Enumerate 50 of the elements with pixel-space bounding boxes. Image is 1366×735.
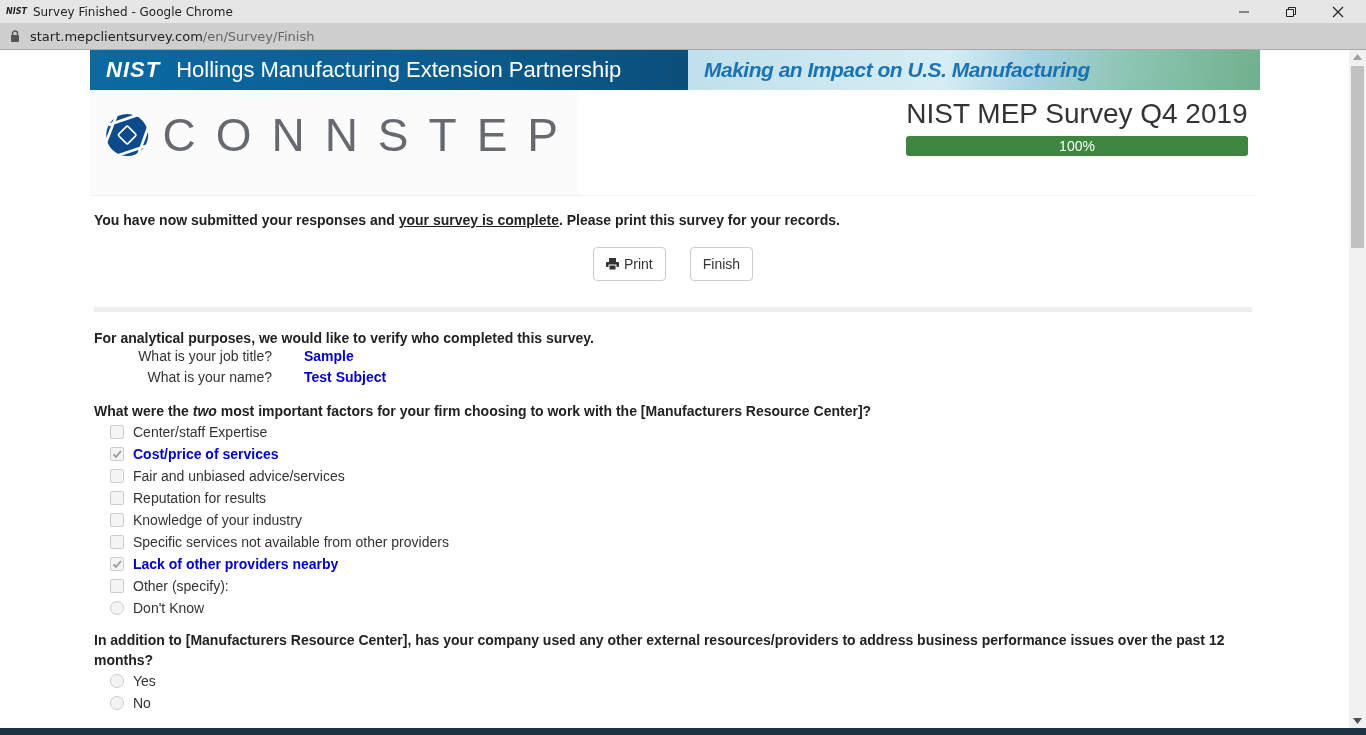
window-title: Survey Finished - Google Chrome: [32, 4, 234, 19]
option-label: No: [133, 695, 151, 711]
option-label: Other (specify):: [133, 578, 229, 594]
checkbox[interactable]: [110, 425, 124, 439]
brand-name: CONNSTEP: [162, 107, 578, 162]
print-button[interactable]: Print: [592, 247, 666, 281]
checkbox[interactable]: [110, 557, 124, 571]
checkbox[interactable]: [110, 469, 124, 483]
question-text: For analytical purposes, we would like to verify who completed this survey.: [94, 329, 595, 348]
banner-title: Hollings Manufacturing Extension Partnership: [176, 57, 622, 83]
option-label: Lack of other providers nearby: [133, 556, 339, 572]
option-label: Yes: [133, 673, 156, 689]
url-text: start.mepclientsurvey.com/en/Survey/Finish: [30, 28, 315, 44]
option-label: Reputation for results: [133, 490, 267, 506]
radio-button[interactable]: [110, 674, 124, 688]
field-value: Sample: [304, 348, 355, 364]
checkbox[interactable]: [110, 513, 124, 527]
question-text: What were the two most important factors for your firm choosing to work with the [Manufacturers Resource Center]?: [94, 402, 873, 421]
restore-icon[interactable]: [1285, 5, 1297, 18]
checkbox[interactable]: [110, 447, 124, 461]
printer-icon: [605, 258, 619, 270]
close-icon[interactable]: [1332, 5, 1344, 18]
option-label: Specific services not available from other providers: [133, 534, 449, 550]
radio-button[interactable]: [110, 601, 124, 615]
checkbox[interactable]: [110, 535, 124, 549]
finish-button[interactable]: Finish: [689, 247, 754, 281]
field-label: What is your name?: [146, 369, 272, 385]
nist-logo: NIST: [106, 57, 161, 83]
lock-icon: [10, 30, 20, 42]
checkbox[interactable]: [110, 579, 124, 593]
radio-button[interactable]: [110, 696, 124, 710]
option-label: Center/staff Expertise: [133, 424, 268, 440]
option-label: Knowledge of your industry: [133, 512, 302, 528]
option-label: Don't Know: [133, 600, 205, 616]
completion-message: You have now submitted your responses and your survey is complete. Please print this survey for your records.: [94, 212, 841, 228]
favicon: NIST: [6, 7, 27, 16]
scroll-up-icon[interactable]: [1353, 54, 1362, 60]
scroll-thumb[interactable]: [1351, 66, 1364, 248]
question-text: In addition to [Manufacturers Resource Center], has your company used any other external resources/providers to address business performance issues over the past 12 months?: [94, 631, 1226, 670]
scroll-down-icon[interactable]: [1353, 718, 1362, 724]
address-bar[interactable]: start.mepclientsurvey.com/en/Survey/Finish: [0, 23, 1366, 50]
option-label: Cost/price of services: [133, 446, 279, 462]
scrollbar[interactable]: [1349, 50, 1366, 728]
banner-tagline: Making an Impact on U.S. Manufacturing: [704, 58, 1090, 82]
progress-bar: 100%: [906, 136, 1248, 156]
field-label: What is your job title?: [137, 348, 272, 364]
survey-title: NIST MEP Survey Q4 2019: [906, 98, 1248, 130]
option-label: Fair and unbiased advice/services: [133, 468, 345, 484]
checkbox[interactable]: [110, 491, 124, 505]
field-value: Test Subject: [304, 369, 388, 385]
